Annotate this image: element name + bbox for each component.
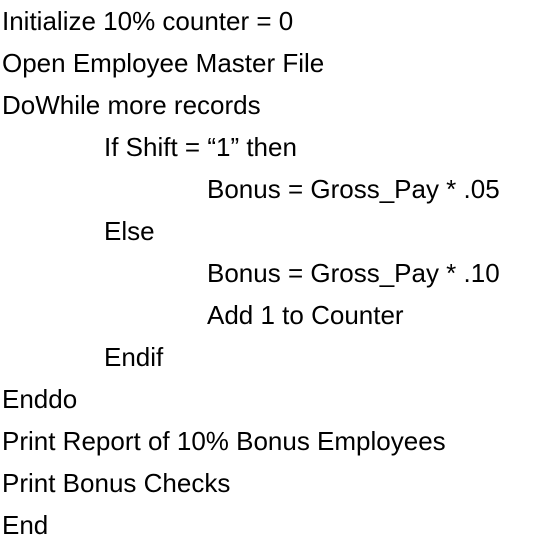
code-line-print-report: Print Report of 10% Bonus Employees (2, 426, 446, 456)
code-line-else: Else (104, 216, 155, 246)
code-line-end: End (2, 510, 49, 540)
code-line-if-shift: If Shift = “1” then (104, 132, 297, 162)
code-line-bonus-10: Bonus = Gross_Pay * .10 (207, 258, 500, 288)
code-line-initialize: Initialize 10% counter = 0 (2, 6, 294, 36)
code-line-enddo: Enddo (2, 384, 78, 414)
code-line-bonus-05: Bonus = Gross_Pay * .05 (207, 174, 500, 204)
code-line-add-counter: Add 1 to Counter (207, 300, 404, 330)
code-line-open-file: Open Employee Master File (2, 48, 325, 78)
code-line-dowhile: DoWhile more records (2, 90, 261, 120)
code-line-endif: Endif (104, 342, 164, 372)
pseudocode-document: Initialize 10% counter = 0 Open Employee… (0, 0, 558, 546)
code-line-print-checks: Print Bonus Checks (2, 468, 231, 498)
